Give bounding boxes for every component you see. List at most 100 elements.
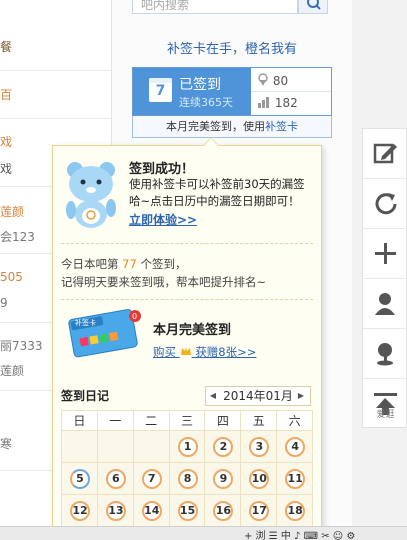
rank-message: 今日本吧第 77 个签到， [61, 256, 186, 272]
signed-day-mark[interactable]: 13 [105, 501, 126, 521]
status-icons: + 浏 ☰ 中 ♪ ⌨ ✂ ☺ ⚙ [244, 531, 356, 540]
gift-text[interactable]: 获赠8张>> [195, 345, 256, 359]
bear-mascot-icon [66, 162, 116, 228]
weekday-label: 日 [62, 411, 98, 431]
popup-arrow [203, 137, 219, 146]
calendar-week: 1234 [62, 431, 314, 463]
perfect-text: 本月完美签到，使用 [166, 120, 265, 133]
calendar-day[interactable]: 12 [62, 495, 98, 527]
signed-status: 7 已签到 连续365天 [133, 68, 251, 115]
buka-card-link[interactable]: 补签卡 [265, 120, 298, 133]
rank-reminder: 记得明天要来签到哦，帮本吧提升排名~ [61, 275, 267, 289]
prev-month-icon[interactable]: ◀ [207, 386, 219, 406]
calendar-day[interactable]: 16 [205, 495, 242, 527]
divider [61, 243, 313, 244]
signed-day-mark[interactable]: 3 [249, 437, 270, 457]
signed-day-mark[interactable]: 8 [177, 469, 198, 489]
edit-button[interactable] [363, 129, 407, 179]
signed-label: 已签到 [179, 77, 221, 93]
perfect-sign-title: 本月完美签到 [153, 323, 232, 338]
weekday-label: 六 [277, 411, 314, 431]
calendar-day[interactable]: 10 [241, 463, 278, 495]
bars-icon [258, 97, 269, 108]
rank-stat: 80 [257, 73, 288, 88]
signed-day-mark[interactable]: 18 [285, 501, 306, 521]
back-to-top-button[interactable] [363, 379, 407, 429]
forum-list-item[interactable]: 餐 [0, 38, 111, 55]
stat-divider [251, 91, 331, 92]
try-now-link[interactable]: 立即体验>> [129, 211, 197, 228]
refresh-button[interactable] [363, 179, 407, 229]
pin-button[interactable] [363, 329, 407, 379]
rank-number: 77 [122, 257, 137, 271]
signed-day-mark[interactable]: 15 [177, 501, 198, 521]
sign-card[interactable]: 7 已签到 连续365天 80 182 [132, 67, 332, 116]
rank-value: 80 [272, 74, 289, 88]
buy-link[interactable]: 购买 获赠8张>> [153, 344, 256, 360]
success-message-line2: 哈~点击日历中的漏签日期即可！ [129, 194, 300, 208]
sign-slogan: 补签卡在手，橙名我有 [166, 42, 297, 57]
calendar-day[interactable]: 1 [169, 431, 206, 463]
calendar-day[interactable]: 18 [277, 495, 314, 527]
calendar-day [97, 431, 134, 463]
signed-day-mark[interactable]: 16 [213, 501, 234, 521]
calendar-day[interactable]: 13 [97, 495, 134, 527]
plus-icon [375, 243, 396, 264]
calendar-day [133, 431, 170, 463]
signed-day-mark[interactable]: 5 [70, 469, 90, 489]
calendar-day[interactable]: 6 [97, 463, 134, 495]
calendar-day[interactable]: 5 [62, 463, 98, 495]
calendar-day[interactable]: 11 [277, 463, 314, 495]
sign-diary-title: 签到日记 [61, 389, 110, 403]
signed-day-mark[interactable]: 11 [285, 469, 306, 489]
signed-day-mark[interactable]: 12 [70, 501, 90, 521]
next-month-icon[interactable]: ▶ [295, 386, 307, 406]
edit-icon [373, 143, 397, 164]
calendar-day[interactable]: 8 [169, 463, 206, 495]
calendar-day[interactable]: 17 [241, 495, 278, 527]
list-divider [0, 118, 111, 119]
signed-day-mark[interactable]: 17 [249, 501, 270, 521]
calendar-day[interactable]: 14 [133, 495, 170, 527]
signed-day-mark[interactable]: 14 [141, 501, 162, 521]
signed-day-mark[interactable]: 7 [141, 469, 162, 489]
weekday-label: 二 [133, 411, 170, 431]
buy-text[interactable]: 购买 [153, 345, 176, 359]
signed-day-mark[interactable]: 10 [249, 469, 270, 489]
calendar-day[interactable]: 9 [205, 463, 242, 495]
sign-success-popup: 签到成功！ 使用补签卡可以补签前30天的漏签 哈~点击日历中的漏签日期即可！ 立… [52, 137, 322, 540]
search-input[interactable]: 吧内搜索 [132, 0, 298, 14]
weekday-label: 三 [169, 411, 206, 431]
signed-day-mark[interactable]: 6 [105, 469, 126, 489]
divider [61, 299, 313, 300]
refresh-icon [375, 193, 397, 215]
signed-day-mark[interactable]: 1 [177, 437, 198, 457]
buka-card-title: 补签卡 [75, 318, 96, 327]
buka-card-image: 补签卡 0 [68, 309, 141, 358]
browser-status-bar: + 浏 ☰ 中 ♪ ⌨ ✂ ☺ ⚙ [0, 526, 407, 540]
success-message-line1: 使用补签卡可以补签前30天的漏签 [129, 177, 305, 191]
user-button[interactable] [363, 279, 407, 329]
signed-day-mark[interactable]: 2 [213, 437, 234, 457]
sign-calendar: 日一二三四五六12345678910111213141516171819 [61, 410, 314, 540]
weekday-label: 五 [241, 411, 278, 431]
calendar-day[interactable]: 3 [241, 431, 278, 463]
streak-label: 连续365天 [179, 96, 233, 109]
count-value: 182 [274, 96, 298, 110]
forum-list-item[interactable]: 百 [0, 86, 111, 103]
signed-day-mark[interactable]: 9 [213, 469, 234, 489]
tool-label: 爱逛 [376, 410, 395, 420]
count-stat: 182 [257, 96, 298, 110]
search-button[interactable] [298, 0, 328, 14]
calendar-day[interactable]: 15 [169, 495, 206, 527]
success-title: 签到成功！ [129, 162, 195, 177]
calendar-icon: 7 [149, 78, 172, 102]
calendar-day[interactable]: 7 [133, 463, 170, 495]
add-button[interactable] [363, 229, 407, 279]
weekday-label: 一 [97, 411, 134, 431]
weekday-label: 四 [205, 411, 242, 431]
calendar-day[interactable]: 2 [205, 431, 242, 463]
calendar-day[interactable]: 4 [277, 431, 314, 463]
calendar-week: 12 13 14 15 16 17 18 [62, 495, 314, 527]
signed-day-mark[interactable]: 4 [285, 437, 306, 457]
